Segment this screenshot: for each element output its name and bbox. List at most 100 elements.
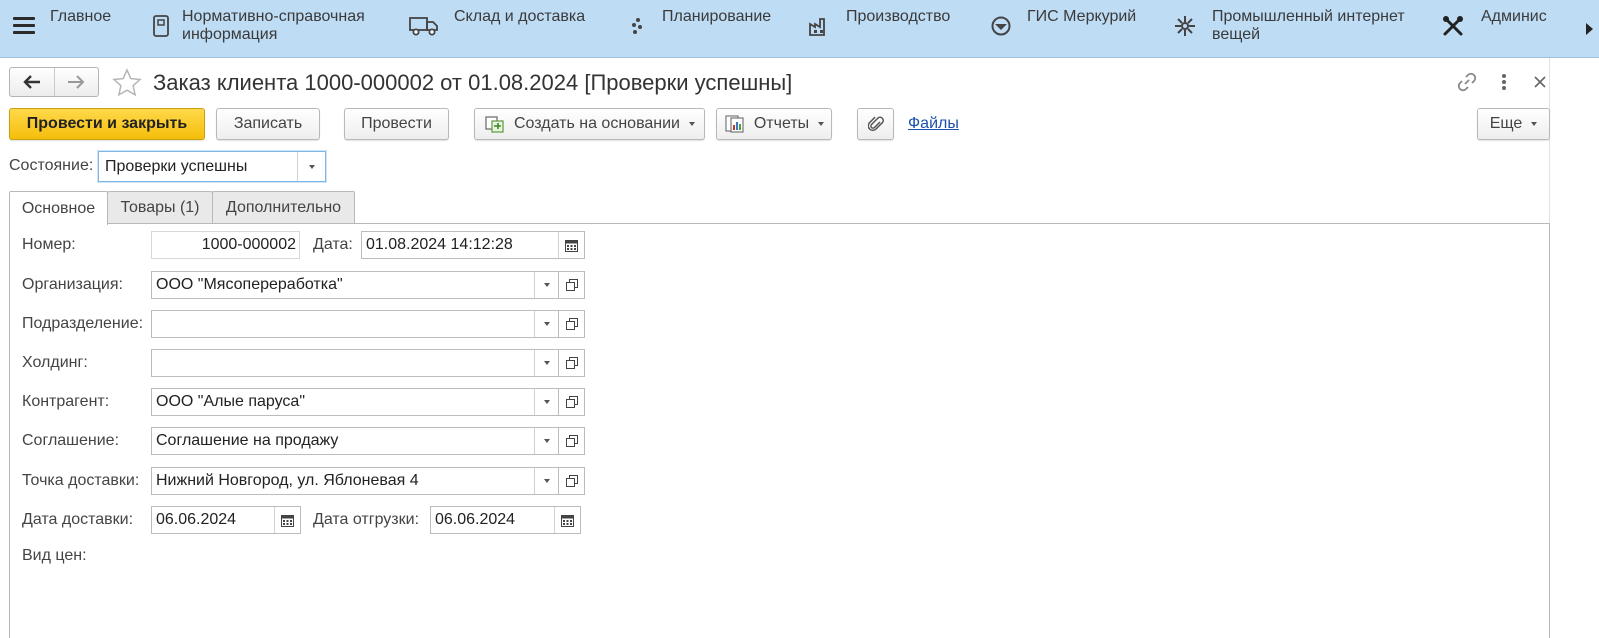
section-planning[interactable]: Планирование [624, 8, 771, 39]
reports-icon [724, 114, 746, 134]
arrow-right-icon [68, 75, 85, 89]
truck-icon [408, 13, 440, 39]
number-field[interactable]: 1000-000002 [151, 231, 300, 259]
more-actions-icon[interactable] [1492, 70, 1516, 94]
factory-icon [806, 13, 832, 39]
iot-icon [1172, 13, 1198, 39]
paperclip-icon [867, 116, 884, 132]
delivery-date-label: Дата доставки: [22, 511, 134, 528]
section-label: Нормативно-справочная информация [182, 8, 365, 43]
delivery-point-field[interactable]: Нижний Новгород, ул. Яблоневая 4 [151, 467, 585, 495]
calendar-icon[interactable] [274, 507, 300, 533]
delivery-date-field[interactable]: 06.06.2024 [151, 506, 301, 534]
arrow-left-icon [23, 75, 40, 89]
section-label: ГИС Меркурий [1027, 8, 1137, 25]
organization-field[interactable]: ООО "Мясопереработка" [151, 271, 585, 299]
scroll-right-icon[interactable] [1577, 0, 1599, 57]
back-button[interactable] [10, 68, 54, 96]
shipment-date-label: Дата отгрузки: [313, 511, 420, 528]
book-icon [148, 13, 174, 39]
section-iot[interactable]: Промышленный интернет вещей [1172, 8, 1405, 44]
more-label: Еще [1489, 115, 1523, 132]
number-value: 1000-000002 [201, 236, 296, 253]
section-production[interactable]: Производство [806, 8, 950, 39]
favorite-star-icon[interactable] [112, 68, 142, 98]
agreement-label: Соглашение: [22, 432, 120, 449]
tab-goods[interactable]: Товары (1) [107, 191, 213, 224]
menu-icon[interactable] [13, 17, 35, 35]
tools-icon [1440, 13, 1466, 39]
post-and-close-button[interactable]: Провести и закрыть [9, 108, 205, 140]
open-icon[interactable] [558, 428, 584, 454]
delivery-point-value: Нижний Новгород, ул. Яблоневая 4 [156, 472, 419, 489]
state-value: Проверки успешны [105, 157, 248, 175]
sections-panel: Главное Нормативно-справочная информация… [0, 0, 1599, 58]
calendar-icon[interactable] [558, 232, 584, 258]
chevron-down-icon [818, 122, 825, 126]
counterparty-value: ООО "Алые паруса" [156, 393, 305, 410]
date-value: 01.08.2024 14:12:28 [366, 236, 513, 253]
more-button[interactable]: Еще [1477, 108, 1550, 140]
files-link[interactable]: Файлы [908, 115, 959, 133]
organization-label: Организация: [22, 276, 123, 293]
section-reference-info[interactable]: Нормативно-справочная информация [148, 8, 365, 44]
post-button[interactable]: Провести [344, 108, 449, 140]
agreement-field[interactable]: Соглашение на продажу [151, 427, 585, 455]
shipment-date-value: 06.06.2024 [435, 511, 516, 528]
create-based-on-label: Создать на основании [514, 115, 680, 132]
section-label: Планирование [662, 8, 772, 25]
tab-main[interactable]: Основное [9, 191, 108, 225]
delivery-date-value: 06.06.2024 [156, 511, 237, 528]
section-mercury[interactable]: ГИС Меркурий [988, 8, 1136, 39]
link-icon[interactable] [1455, 70, 1479, 94]
dropdown-icon[interactable] [297, 152, 325, 181]
chevron-down-icon [689, 122, 695, 126]
section-label: Склад и доставка [454, 8, 586, 25]
forward-button[interactable] [53, 68, 98, 96]
dropdown-icon[interactable] [534, 428, 558, 454]
dropdown-icon[interactable] [534, 311, 558, 337]
open-icon[interactable] [558, 272, 584, 298]
department-field[interactable] [151, 310, 585, 338]
open-icon[interactable] [558, 468, 584, 494]
page-title: Заказ клиента 1000-000002 от 01.08.2024 … [153, 70, 793, 95]
section-administration[interactable]: Админис [1440, 8, 1547, 39]
create-based-on-button[interactable]: Создать на основании [474, 108, 705, 140]
department-label: Подразделение: [22, 315, 144, 332]
section-label: Производство [846, 8, 951, 25]
state-select[interactable]: Проверки успешны [98, 151, 326, 182]
open-icon[interactable] [558, 311, 584, 337]
dropdown-icon[interactable] [534, 272, 558, 298]
calendar-icon[interactable] [554, 507, 580, 533]
counterparty-field[interactable]: ООО "Алые паруса" [151, 388, 585, 416]
attach-file-button[interactable] [857, 108, 894, 140]
navigation-buttons [9, 67, 99, 97]
open-icon[interactable] [558, 389, 584, 415]
mercury-icon [988, 13, 1014, 39]
reports-label: Отчеты [753, 115, 810, 132]
section-label: Главное [50, 8, 112, 25]
section-warehouse[interactable]: Склад и доставка [408, 8, 585, 39]
number-label: Номер: [22, 236, 76, 253]
tab-additional[interactable]: Дополнительно [212, 191, 355, 224]
dropdown-icon[interactable] [534, 468, 558, 494]
date-label: Дата: [313, 236, 353, 253]
dropdown-icon[interactable] [534, 350, 558, 376]
agreement-value: Соглашение на продажу [156, 432, 339, 449]
counterparty-label: Контрагент: [22, 393, 110, 410]
shipment-date-field[interactable]: 06.06.2024 [430, 506, 581, 534]
reports-button[interactable]: Отчеты [716, 108, 832, 140]
close-icon[interactable] [1528, 70, 1552, 94]
holding-label: Холдинг: [22, 354, 88, 371]
section-label: Админис [1481, 8, 1547, 25]
state-label: Состояние: [9, 157, 94, 174]
dropdown-icon[interactable] [534, 389, 558, 415]
section-main[interactable]: Главное [50, 8, 111, 26]
planning-icon [624, 13, 650, 39]
open-icon[interactable] [558, 350, 584, 376]
save-button[interactable]: Записать [216, 108, 320, 140]
delivery-point-label: Точка доставки: [22, 472, 140, 489]
holding-field[interactable] [151, 349, 585, 377]
section-label: Промышленный интернет вещей [1212, 8, 1405, 43]
date-field[interactable]: 01.08.2024 14:12:28 [361, 231, 585, 259]
